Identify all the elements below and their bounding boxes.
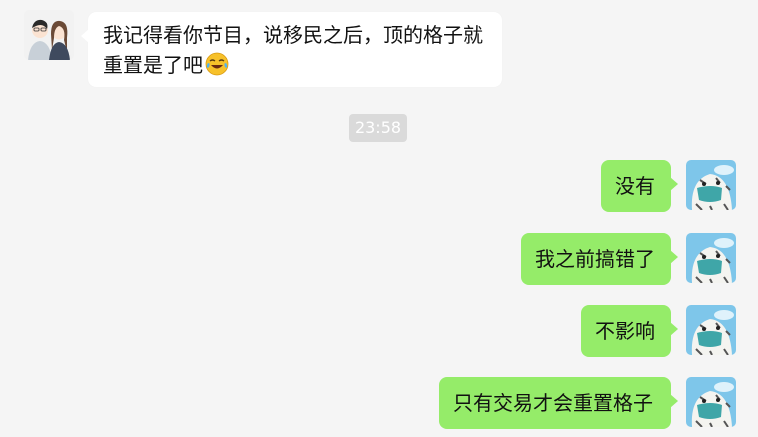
outgoing-message-text: 只有交易才会重置格子 — [453, 391, 653, 415]
self-avatar[interactable] — [686, 305, 736, 355]
masked-tiger-avatar-icon — [686, 160, 736, 210]
chat-window: 我记得看你节目，说移民之后，顶的格子就 重置是了吧 23:58 没有 我之前搞错… — [0, 0, 758, 437]
outgoing-message-text: 我之前搞错了 — [535, 247, 655, 271]
self-avatar[interactable] — [686, 377, 736, 427]
incoming-message-line-2: 重置是了吧 — [103, 50, 502, 80]
masked-tiger-avatar-icon — [686, 377, 736, 427]
message-timestamp: 23:58 — [349, 114, 407, 142]
incoming-message-bubble[interactable]: 我记得看你节目，说移民之后，顶的格子就 重置是了吧 — [81, 12, 502, 87]
incoming-message-line-1: 我记得看你节目，说移民之后，顶的格子就 — [103, 23, 483, 47]
masked-tiger-avatar-icon — [686, 233, 736, 283]
outgoing-message-bubble-1[interactable]: 没有 — [601, 160, 678, 212]
outgoing-message-text: 没有 — [615, 174, 655, 198]
contact-avatar[interactable] — [24, 10, 74, 60]
self-avatar[interactable] — [686, 233, 736, 283]
outgoing-message-bubble-4[interactable]: 只有交易才会重置格子 — [439, 377, 678, 429]
laughing-crying-emoji-icon — [205, 52, 229, 76]
self-avatar[interactable] — [686, 160, 736, 210]
outgoing-message-bubble-2[interactable]: 我之前搞错了 — [521, 233, 678, 285]
outgoing-message-bubble-3[interactable]: 不影响 — [581, 305, 678, 357]
masked-tiger-avatar-icon — [686, 305, 736, 355]
couple-avatar-icon — [24, 10, 74, 60]
incoming-message-line-2-text: 重置是了吧 — [103, 53, 203, 77]
outgoing-message-text: 不影响 — [595, 319, 655, 343]
